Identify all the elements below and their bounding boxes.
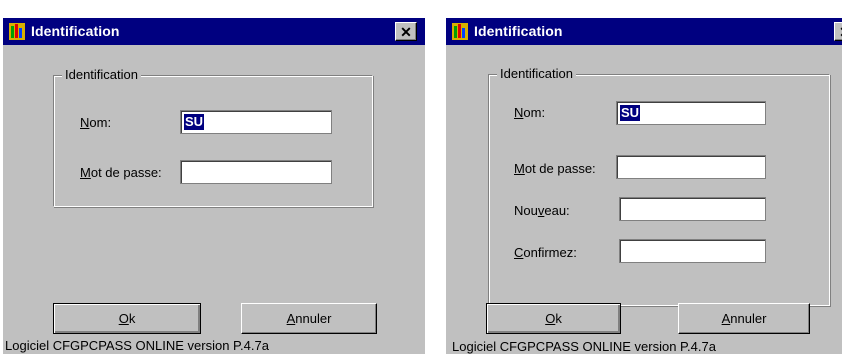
close-button[interactable]: ✕	[834, 22, 842, 41]
identification-dialog-left: Identification ✕ Identification Nom: SU …	[3, 18, 425, 354]
confirmez-label: Confirmez:	[514, 245, 577, 260]
nom-value: SU	[620, 105, 641, 121]
mot-de-passe-label: Mot de passe:	[80, 165, 162, 180]
identification-dialog-right: Identification ✕ Identification Nom: SU …	[446, 18, 842, 354]
window-title: Identification	[474, 23, 563, 39]
mot-de-passe-field[interactable]	[616, 155, 766, 179]
ok-button[interactable]: Ok	[53, 303, 201, 334]
title-bar[interactable]: Identification ✕	[3, 18, 425, 45]
close-icon: ✕	[400, 24, 412, 40]
version-footer: Logiciel CFGPCPASS ONLINE version P.4.7a	[452, 339, 716, 354]
close-button[interactable]: ✕	[395, 22, 417, 41]
ok-button[interactable]: Ok	[486, 303, 621, 334]
nouveau-label: Nouveau:	[514, 203, 570, 218]
cancel-button[interactable]: Annuler	[241, 303, 377, 334]
identification-groupbox: Identification	[53, 67, 373, 207]
groupbox-label: Identification	[62, 67, 141, 82]
nom-label: Nom:	[80, 115, 112, 130]
confirmez-field[interactable]	[619, 239, 766, 263]
window-title: Identification	[31, 23, 120, 39]
nom-label: Nom:	[514, 105, 546, 120]
nom-field[interactable]: SU	[180, 110, 332, 134]
mot-de-passe-field[interactable]	[180, 160, 332, 184]
app-icon	[452, 23, 468, 40]
groupbox-label: Identification	[497, 66, 576, 81]
mot-de-passe-label: Mot de passe:	[514, 161, 596, 176]
version-footer: Logiciel CFGPCPASS ONLINE version P.4.7a	[5, 338, 269, 353]
title-bar[interactable]: Identification ✕	[446, 18, 842, 45]
nom-field[interactable]: SU	[616, 101, 766, 125]
app-icon	[9, 23, 25, 40]
nom-value: SU	[184, 114, 205, 130]
nouveau-field[interactable]	[619, 197, 766, 221]
cancel-button[interactable]: Annuler	[678, 303, 810, 334]
